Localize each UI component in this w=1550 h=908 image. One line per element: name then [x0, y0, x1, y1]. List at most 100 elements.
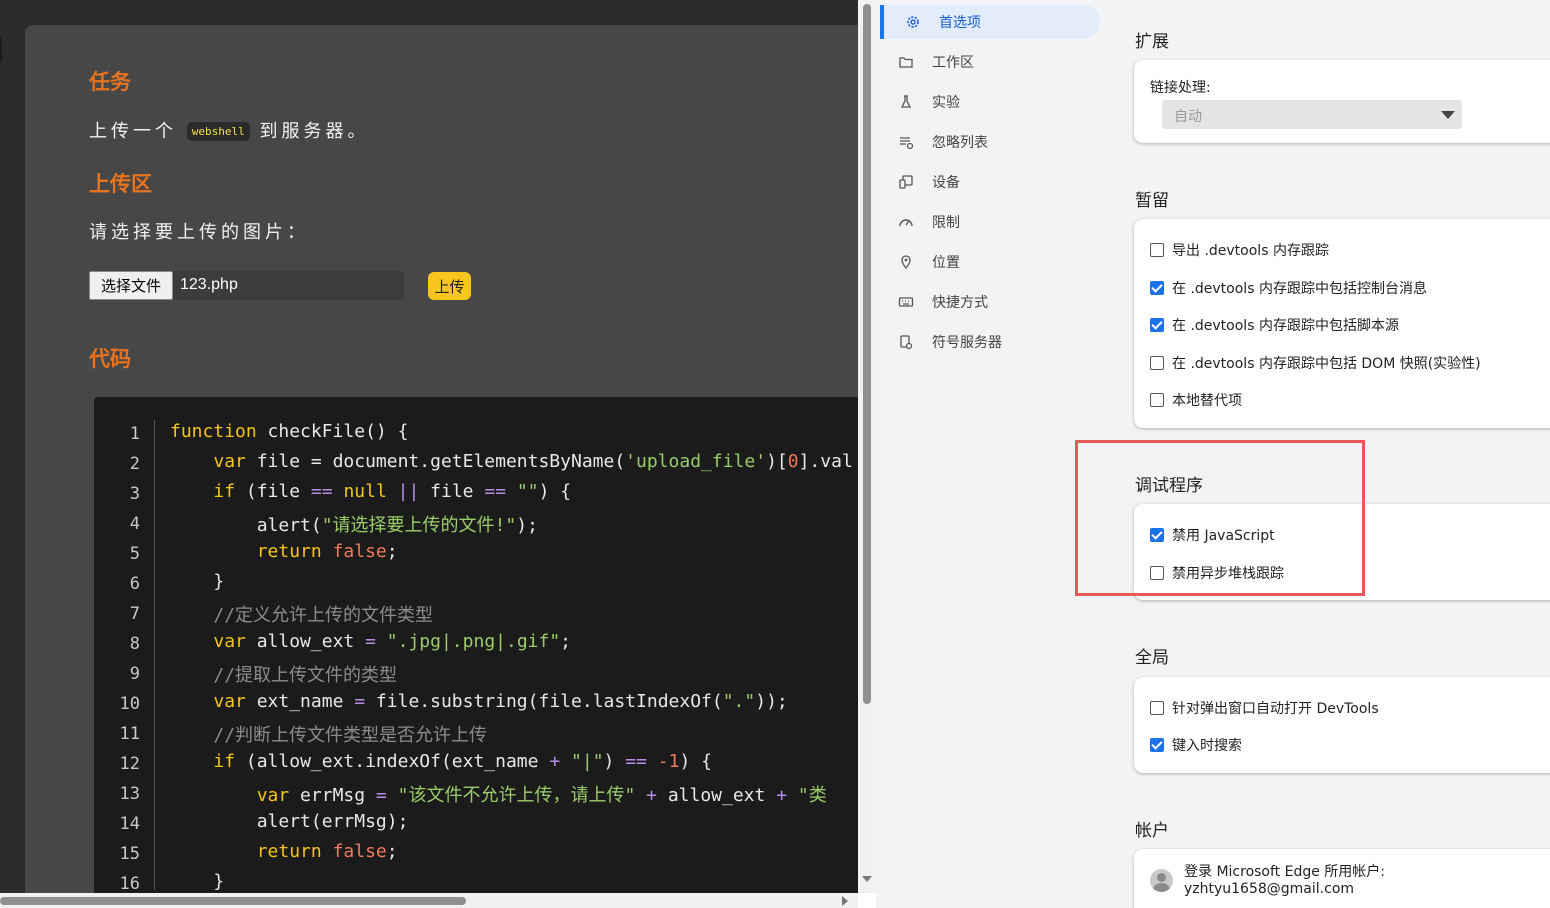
code-line-6: }: [170, 571, 225, 592]
option-export-memory-trace[interactable]: 导出 .devtools 内存跟踪: [1150, 240, 1329, 260]
scroll-right-arrow-icon[interactable]: [842, 896, 848, 906]
code-line-7: //定义允许上传的文件类型: [213, 605, 434, 626]
option-auto-open-devtools-popups[interactable]: 针对弹出窗口自动打开 DevTools: [1150, 698, 1379, 718]
sidebar-item-label: 快捷方式: [932, 295, 988, 311]
code-line-11: //判断上传文件类型是否允许上传: [213, 725, 488, 746]
sidebar-item-label: 工作区: [932, 55, 974, 71]
task-inline-code: webshell: [186, 122, 250, 141]
sidebar-item-shortcuts[interactable]: 快捷方式: [880, 285, 1100, 319]
code-line-8: var allow_ext = ".jpg|.png|.gif";: [213, 631, 572, 652]
vertical-scrollbar[interactable]: [858, 0, 876, 893]
section-title-extensions: 扩展: [1135, 32, 1169, 52]
checkbox[interactable]: [1150, 701, 1164, 715]
option-include-script-sources[interactable]: 在 .devtools 内存跟踪中包括脚本源: [1150, 315, 1399, 335]
sidebar-item-label: 首选项: [939, 15, 981, 31]
keyboard-icon: [898, 297, 914, 307]
checkbox-checked[interactable]: [1150, 281, 1164, 295]
option-search-as-you-type[interactable]: 键入时搜索: [1150, 735, 1242, 755]
upload-button[interactable]: 上传: [428, 272, 471, 300]
devices-icon: [899, 175, 913, 189]
line-number: 3: [129, 484, 140, 504]
line-number: 7: [129, 604, 140, 624]
code-line-2: var file = document.getElementsByName('u…: [213, 451, 853, 472]
code-line-9: //提取上传文件的类型: [213, 665, 398, 686]
sidebar-item-label: 实验: [932, 95, 960, 111]
sidebar-item-experiments[interactable]: 实验: [880, 85, 1100, 119]
sidebar-item-label: 符号服务器: [932, 335, 1002, 351]
section-title-global: 全局: [1135, 648, 1169, 668]
choose-file-button[interactable]: 选择文件: [89, 271, 173, 300]
sidebar-item-label: 限制: [932, 215, 960, 231]
sidebar-item-label: 位置: [932, 255, 960, 271]
vertical-scroll-thumb[interactable]: [863, 4, 871, 704]
sidebar-item-symbol-server[interactable]: 符号服务器: [880, 325, 1100, 359]
section-title-account: 帐户: [1135, 821, 1169, 841]
checkbox-checked[interactable]: [1150, 738, 1164, 752]
code-line-13: var errMsg = "该文件不允许上传，请上传" + allow_ext …: [256, 785, 827, 806]
code-line-5: return false;: [256, 541, 398, 562]
sidebar-item-label: 设备: [932, 175, 960, 191]
line-number: 12: [119, 754, 140, 774]
checkbox[interactable]: [1150, 393, 1164, 407]
sidebar-item-label: 忽略列表: [932, 135, 988, 151]
upload-heading: 上传区: [89, 172, 152, 196]
checkbox[interactable]: [1150, 356, 1164, 370]
section-title-persistence: 暂留: [1135, 191, 1169, 211]
line-number: 15: [119, 844, 140, 864]
code-line-16: }: [170, 871, 225, 892]
task-text: 上传一个 webshell 到服务器。: [89, 117, 369, 143]
code-line-14: alert(errMsg);: [170, 811, 409, 832]
file-input[interactable]: 选择文件 123.php: [89, 271, 404, 300]
code-gutter-divider: [154, 420, 155, 890]
account-signin-text: 登录 Microsoft Edge 所用帐户:: [1184, 864, 1386, 880]
symbol-server-icon: [900, 335, 913, 350]
persistence-card: 导出 .devtools 内存跟踪 在 .devtools 内存跟踪中包括控制台…: [1134, 219, 1550, 428]
sidebar-item-locations[interactable]: 位置: [880, 245, 1100, 279]
sidebar-item-workspace[interactable]: 工作区: [880, 45, 1100, 79]
line-number: 16: [119, 874, 140, 893]
upload-prompt: 请选择要上传的图片：: [89, 222, 309, 243]
line-number: 4: [129, 514, 140, 534]
ignore-list-icon: [900, 137, 914, 150]
task-heading: 任务: [89, 70, 131, 94]
sidebar-item-preferences[interactable]: 首选项: [880, 5, 1100, 39]
selected-file-name: 123.php: [180, 276, 238, 293]
horizontal-scrollbar[interactable]: [0, 893, 858, 908]
option-local-overrides[interactable]: 本地替代项: [1150, 390, 1242, 410]
account-email: yzhtyu1658@gmail.com: [1184, 881, 1355, 897]
extensions-card: 链接处理: 自动: [1134, 60, 1550, 143]
code-line-1: function checkFile() {: [170, 421, 409, 442]
line-number: 6: [129, 574, 140, 594]
code-line-4: alert("请选择要上传的文件!");: [170, 515, 538, 536]
option-include-console-messages[interactable]: 在 .devtools 内存跟踪中包括控制台消息: [1150, 278, 1427, 298]
code-line-3: if (file == null || file == "") {: [213, 481, 572, 502]
horizontal-scroll-thumb[interactable]: [0, 897, 466, 905]
line-number: 5: [129, 544, 140, 564]
red-highlight-box: [1075, 440, 1365, 596]
line-number: 1: [129, 424, 140, 444]
code-line-15: return false;: [256, 841, 398, 862]
checkbox-checked[interactable]: [1150, 318, 1164, 332]
avatar: [1150, 869, 1173, 892]
line-number: 8: [129, 634, 140, 654]
sidebar-item-ignore-list[interactable]: 忽略列表: [880, 125, 1100, 159]
page-edge: [0, 36, 2, 62]
flask-icon: [900, 95, 912, 108]
line-number: 13: [119, 784, 140, 804]
link-handling-value: 自动: [1174, 109, 1202, 125]
scroll-down-arrow-icon[interactable]: [862, 876, 872, 882]
location-pin-icon: [901, 255, 911, 269]
task-text-before: 上传一个: [89, 121, 177, 142]
sidebar-item-throttling[interactable]: 限制: [880, 205, 1100, 239]
dropdown-arrow-icon: [1441, 111, 1455, 119]
link-handling-label: 链接处理:: [1150, 80, 1211, 96]
checkbox[interactable]: [1150, 243, 1164, 257]
line-number: 11: [119, 724, 140, 744]
line-number: 9: [129, 664, 140, 684]
link-handling-select[interactable]: 自动: [1162, 100, 1462, 129]
folder-icon: [899, 57, 913, 68]
sidebar-item-devices[interactable]: 设备: [880, 165, 1100, 199]
throttle-icon: [899, 219, 913, 227]
code-heading: 代码: [89, 347, 131, 371]
option-include-dom-snapshots[interactable]: 在 .devtools 内存跟踪中包括 DOM 快照(实验性): [1150, 353, 1481, 373]
